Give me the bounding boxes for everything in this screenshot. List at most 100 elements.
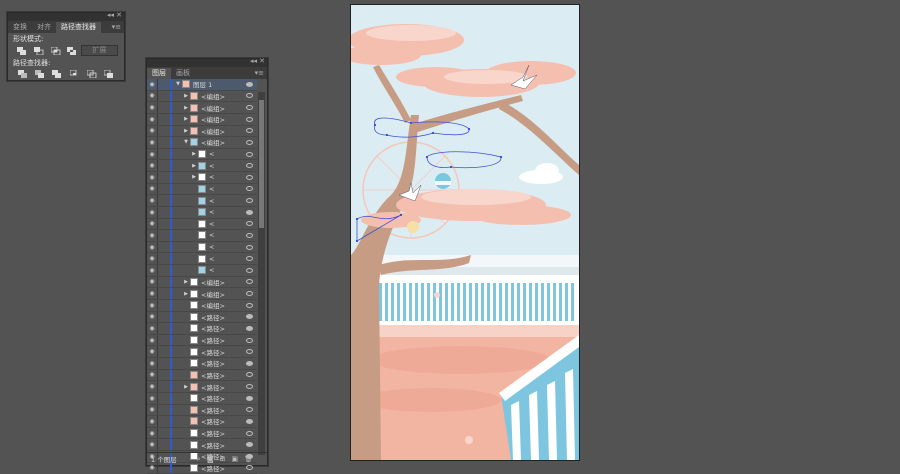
layer-row[interactable]: ◉ < [147,195,257,207]
visibility-eye-icon[interactable]: ◉ [147,255,157,262]
artboard-canvas[interactable] [350,4,580,461]
panel-titlebar[interactable]: ◂◂ ✕ [8,11,124,21]
layer-row[interactable]: ◉ <路径> [147,334,257,347]
make-clipping-mask-icon[interactable]: ◙ [207,455,214,464]
visibility-eye-icon[interactable]: ◉ [147,81,157,88]
target-circle-icon[interactable] [246,139,253,145]
visibility-eye-icon[interactable]: ◉ [147,348,157,355]
layer-row[interactable]: ◉ ▶ < [147,160,257,172]
layer-row[interactable]: ◉ ▶ < [147,172,257,184]
target-circle-icon[interactable] [246,186,253,192]
target-circle-icon[interactable] [246,128,253,134]
layer-name[interactable]: < [209,220,246,228]
layer-name[interactable]: <路径> [201,323,246,333]
target-circle-icon[interactable] [246,105,253,111]
layer-name[interactable]: <编组> [201,91,246,101]
layer-name[interactable]: < [209,255,246,263]
visibility-eye-icon[interactable]: ◉ [147,197,157,204]
trim-icon[interactable] [31,69,48,79]
disclosure-triangle-icon[interactable]: ▶ [182,93,190,99]
locate-object-icon[interactable]: ⌕ [197,455,201,464]
minus-back-icon[interactable] [101,69,118,79]
layer-row[interactable]: ◉ <路径> [147,392,257,405]
disclosure-triangle-icon[interactable]: ▶ [182,128,190,134]
visibility-eye-icon[interactable]: ◉ [147,371,157,378]
visibility-eye-icon[interactable]: ◉ [147,418,157,425]
disclosure-triangle-icon[interactable]: ▶ [190,174,198,180]
layer-name[interactable]: < [209,266,246,274]
target-circle-icon[interactable] [246,418,253,424]
visibility-eye-icon[interactable]: ◉ [147,313,157,320]
unite-icon[interactable] [14,46,31,56]
visibility-eye-icon[interactable]: ◉ [147,267,157,274]
scrollbar-thumb[interactable] [259,100,264,228]
new-sublayer-icon[interactable]: ⊞ [220,455,226,464]
visibility-eye-icon[interactable]: ◉ [147,151,157,158]
layer-row[interactable]: ◉ < [147,206,257,219]
layer-row[interactable]: ◉ < [147,253,257,265]
tab-layers[interactable]: 图层 [147,68,171,79]
target-circle-icon[interactable] [246,116,253,122]
layer-row[interactable]: ◉ < [147,241,257,254]
tab-pathfinder[interactable]: 路径查找器 [56,22,101,33]
layer-row[interactable]: ◉ < [147,218,257,231]
expand-button[interactable]: 扩展 [80,45,118,56]
disclosure-triangle-icon[interactable]: ▶ [182,105,190,111]
layer-row[interactable]: ◉ ▼ 图层 1 [147,79,257,91]
visibility-eye-icon[interactable]: ◉ [147,220,157,227]
layer-row[interactable]: ◉ < [147,265,257,277]
close-icon[interactable]: ✕ [259,57,265,65]
visibility-eye-icon[interactable]: ◉ [147,337,157,344]
target-circle-icon[interactable] [246,209,253,215]
disclosure-triangle-icon[interactable]: ▶ [190,163,198,169]
layer-name[interactable]: <路径> [201,405,246,415]
layer-name[interactable]: <编组> [201,289,246,299]
minus-front-icon[interactable] [31,46,48,56]
collapse-icon[interactable]: ◂◂ [107,11,114,19]
layer-row[interactable]: ◉ <路径> [147,404,257,417]
layer-name[interactable]: < [209,243,246,251]
layer-name[interactable]: < [209,173,246,181]
layer-name[interactable]: < [209,185,246,193]
disclosure-triangle-icon[interactable]: ▼ [182,139,190,145]
target-circle-icon[interactable] [246,198,253,204]
layer-row[interactable]: ◉ <路径> [147,369,257,382]
target-circle-icon[interactable] [246,360,253,366]
exclude-icon[interactable] [64,46,81,56]
layer-name[interactable]: <路径> [201,347,246,357]
visibility-eye-icon[interactable]: ◉ [147,441,157,448]
layer-name[interactable]: <编组> [201,103,246,113]
new-layer-icon[interactable]: ▣ [231,455,238,464]
crop-icon[interactable] [66,69,83,79]
delete-layer-icon[interactable]: 🗑 [244,455,253,464]
target-circle-icon[interactable] [246,337,253,343]
disclosure-triangle-icon[interactable]: ▶ [182,384,190,390]
merge-icon[interactable] [49,69,66,79]
layers-scrollbar[interactable] [258,92,265,455]
disclosure-triangle-icon[interactable]: ▶ [182,279,190,285]
layer-row[interactable]: ◉ <路径> [147,311,257,324]
divide-icon[interactable] [14,69,31,79]
visibility-eye-icon[interactable]: ◉ [147,116,157,123]
target-circle-icon[interactable] [246,93,253,99]
disclosure-triangle-icon[interactable]: ▼ [174,81,182,87]
target-circle-icon[interactable] [246,232,253,238]
layer-row[interactable]: ◉ <路径> [147,416,257,428]
layer-row[interactable]: ◉ < [147,230,257,242]
target-circle-icon[interactable] [246,430,253,436]
layer-name[interactable]: <路径> [201,393,246,403]
layer-row[interactable]: ◉ <路径> [147,358,257,370]
layer-name[interactable]: <路径> [201,358,246,368]
visibility-eye-icon[interactable]: ◉ [147,104,157,111]
target-circle-icon[interactable] [246,302,253,308]
layer-name[interactable]: <路径> [201,428,246,438]
collapse-icon[interactable]: ◂◂ [250,57,257,65]
layer-name[interactable]: <编组> [201,126,246,136]
layer-row[interactable]: ◉ <路径> [147,346,257,358]
visibility-eye-icon[interactable]: ◉ [147,325,157,332]
outline-icon[interactable] [83,69,100,79]
layer-name[interactable]: < [209,162,246,170]
disclosure-triangle-icon[interactable]: ▶ [190,151,198,157]
layer-name[interactable]: <路径> [201,440,246,450]
layer-row[interactable]: ◉ <路径> [147,439,257,451]
